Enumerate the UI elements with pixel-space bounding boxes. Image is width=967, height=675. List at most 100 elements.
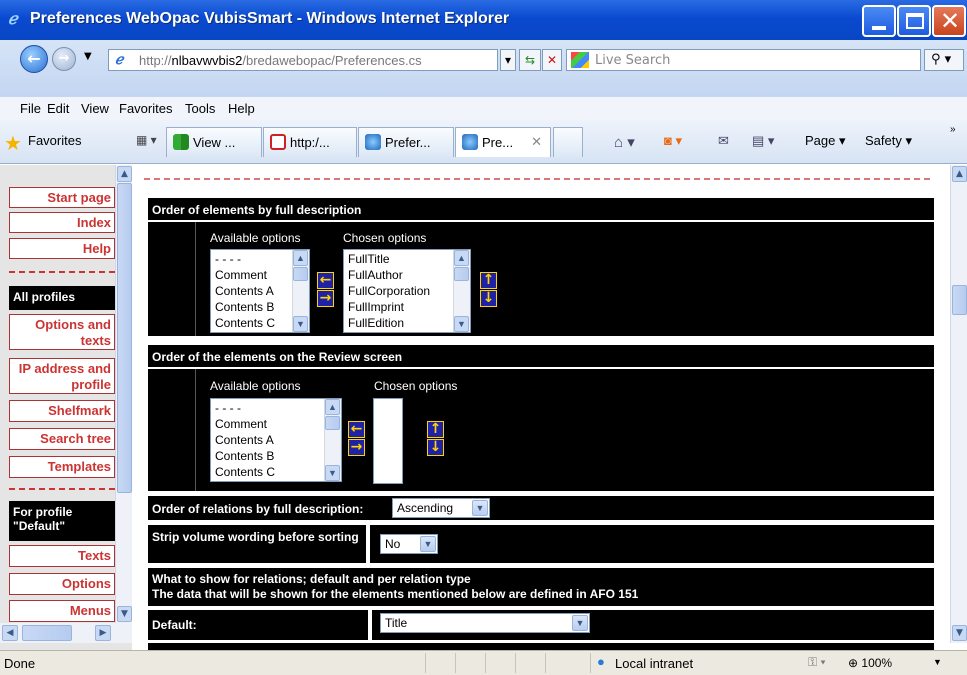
list-item[interactable]: FullAuthor bbox=[348, 267, 470, 283]
move-left-arrow-icon[interactable]: ← bbox=[317, 272, 334, 289]
scroll-down-arrow-icon[interactable]: ▼ bbox=[293, 316, 308, 332]
move-up-arrow-icon[interactable]: ↑ bbox=[480, 272, 497, 289]
move-down-arrow-icon[interactable]: ↓ bbox=[480, 290, 497, 307]
url-input[interactable]: ℯ http://nlbavwvbis2/bredawebopac/Prefer… bbox=[108, 49, 498, 71]
chevron-down-icon[interactable]: ▼ bbox=[420, 536, 436, 552]
left-vertical-scrollbar[interactable]: ▲ ▼ bbox=[115, 165, 132, 625]
scroll-up-arrow-icon[interactable]: ▲ bbox=[952, 166, 967, 182]
tab-pre-active[interactable]: Pre... ✕ bbox=[455, 127, 551, 157]
scroll-down-arrow-icon[interactable]: ▼ bbox=[325, 465, 340, 481]
nav-shelfmark[interactable]: Shelfmark bbox=[9, 400, 115, 422]
move-left-arrow-icon[interactable]: ← bbox=[348, 421, 365, 438]
zoom-dropdown-icon[interactable]: ▼ bbox=[933, 657, 942, 667]
nav-index[interactable]: Index bbox=[9, 212, 115, 233]
mail-icon[interactable]: ✉ bbox=[718, 133, 729, 149]
scroll-left-arrow-icon[interactable]: ◀ bbox=[2, 625, 18, 641]
list-item[interactable]: FullTitle bbox=[348, 251, 470, 267]
nav-start-page[interactable]: Start page bbox=[9, 187, 115, 208]
tab-prefer[interactable]: Prefer... bbox=[358, 127, 454, 157]
section2-chosen-list[interactable] bbox=[373, 398, 403, 484]
move-down-arrow-icon[interactable]: ↓ bbox=[427, 439, 444, 456]
left-horizontal-scrollbar[interactable]: ◀ ▶ bbox=[0, 623, 132, 643]
toolbar-overflow-icon[interactable]: » bbox=[950, 124, 956, 135]
scroll-up-arrow-icon[interactable]: ▲ bbox=[293, 250, 308, 266]
section1-chosen-list[interactable]: FullTitle FullAuthor FullCorporation Ful… bbox=[343, 249, 471, 333]
print-icon[interactable]: ▤ ▾ bbox=[752, 133, 774, 149]
menu-edit[interactable]: Edit bbox=[47, 101, 69, 116]
stop-button[interactable]: ✕ bbox=[542, 49, 562, 71]
scroll-down-arrow-icon[interactable]: ▼ bbox=[117, 606, 132, 622]
list-item[interactable]: Contents B bbox=[215, 448, 341, 464]
back-button[interactable]: ← bbox=[20, 45, 48, 73]
favorites-label[interactable]: Favorites bbox=[28, 133, 81, 148]
listbox-scrollbar[interactable]: ▲ ▼ bbox=[324, 399, 341, 481]
close-button[interactable]: ✕ bbox=[932, 5, 966, 37]
protected-mode-icon[interactable]: ⚿ ▾ bbox=[808, 655, 826, 670]
scroll-thumb[interactable] bbox=[454, 267, 469, 281]
listbox-scrollbar[interactable]: ▲ ▼ bbox=[453, 250, 470, 332]
strip-select[interactable]: No ▼ bbox=[380, 534, 438, 554]
tab-http[interactable]: http:/... bbox=[263, 127, 357, 157]
move-right-arrow-icon[interactable]: → bbox=[348, 439, 365, 456]
section2-available-list[interactable]: - - - - Comment Contents A Contents B Co… bbox=[210, 398, 342, 482]
scroll-up-arrow-icon[interactable]: ▲ bbox=[117, 166, 132, 182]
move-up-arrow-icon[interactable]: ↑ bbox=[427, 421, 444, 438]
forward-button[interactable]: → bbox=[52, 47, 76, 71]
list-item[interactable]: Contents A bbox=[215, 432, 341, 448]
section1-available-list[interactable]: - - - - Comment Contents A Contents B Co… bbox=[210, 249, 310, 333]
refresh-button[interactable]: ⇆ bbox=[519, 49, 541, 71]
search-input[interactable]: Live Search bbox=[566, 49, 921, 71]
list-item[interactable]: FullEdition bbox=[348, 315, 470, 331]
main-vertical-scrollbar[interactable]: ▲ ▼ bbox=[950, 165, 967, 643]
tab-close-icon[interactable]: ✕ bbox=[531, 134, 542, 150]
list-item[interactable]: FullCorporation bbox=[348, 283, 470, 299]
chevron-down-icon[interactable]: ▼ bbox=[472, 500, 488, 516]
menu-tools[interactable]: Tools bbox=[185, 101, 215, 116]
nav-options[interactable]: Options bbox=[9, 573, 115, 595]
scroll-thumb[interactable] bbox=[293, 267, 308, 281]
nav-search-tree[interactable]: Search tree bbox=[9, 428, 115, 450]
scroll-thumb[interactable] bbox=[117, 183, 132, 493]
home-icon[interactable]: ⌂ ▾ bbox=[614, 133, 635, 151]
nav-menus[interactable]: Menus bbox=[9, 600, 115, 622]
move-right-arrow-icon[interactable]: → bbox=[317, 290, 334, 307]
list-item[interactable]: Contents C bbox=[215, 464, 341, 480]
scroll-thumb[interactable] bbox=[325, 416, 340, 430]
search-button[interactable]: ⚲ ▾ bbox=[924, 49, 964, 71]
page-menu[interactable]: Page ▾ bbox=[805, 133, 846, 149]
favorites-star-icon[interactable]: ★ bbox=[4, 131, 22, 156]
safety-menu[interactable]: Safety ▾ bbox=[865, 133, 912, 149]
scroll-thumb[interactable] bbox=[952, 285, 967, 315]
menu-view[interactable]: View bbox=[81, 101, 109, 116]
nav-templates[interactable]: Templates bbox=[9, 456, 115, 478]
listbox-scrollbar[interactable]: ▲ ▼ bbox=[292, 250, 309, 332]
quick-tabs-icon[interactable]: ▦ ▾ bbox=[136, 133, 157, 147]
menu-favorites[interactable]: Favorites bbox=[119, 101, 172, 116]
menu-help[interactable]: Help bbox=[228, 101, 255, 116]
list-item[interactable]: Comment bbox=[215, 416, 341, 432]
scroll-down-arrow-icon[interactable]: ▼ bbox=[952, 625, 967, 641]
new-tab-button[interactable] bbox=[553, 127, 583, 157]
list-item[interactable]: - - - - bbox=[215, 400, 341, 416]
history-dropdown-icon[interactable]: ▼ bbox=[84, 51, 92, 62]
tab-view[interactable]: View ... bbox=[166, 127, 262, 157]
hscroll-thumb[interactable] bbox=[22, 625, 72, 641]
menu-file[interactable]: File bbox=[20, 101, 41, 116]
zoom-control[interactable]: ⊕ 100% bbox=[848, 656, 892, 670]
default-select[interactable]: Title ▼ bbox=[380, 613, 590, 633]
nav-texts[interactable]: Texts bbox=[9, 545, 115, 567]
zone-segment[interactable]: ● Local intranet bbox=[590, 653, 790, 673]
feeds-icon[interactable]: ◙ ▾ bbox=[664, 133, 682, 149]
scroll-up-arrow-icon[interactable]: ▲ bbox=[325, 399, 340, 415]
url-dropdown-button[interactable]: ▾ bbox=[500, 49, 516, 71]
nav-help[interactable]: Help bbox=[9, 238, 115, 259]
maximize-button[interactable] bbox=[897, 5, 931, 37]
nav-ip-address-profile[interactable]: IP address and profile bbox=[9, 358, 115, 394]
chevron-down-icon[interactable]: ▼ bbox=[572, 615, 588, 631]
relations-order-select[interactable]: Ascending ▼ bbox=[392, 498, 490, 518]
nav-options-and-texts[interactable]: Options and texts bbox=[9, 314, 115, 350]
minimize-button[interactable] bbox=[862, 5, 896, 37]
scroll-right-arrow-icon[interactable]: ▶ bbox=[95, 625, 111, 641]
list-item[interactable]: FullImprint bbox=[348, 299, 470, 315]
scroll-down-arrow-icon[interactable]: ▼ bbox=[454, 316, 469, 332]
